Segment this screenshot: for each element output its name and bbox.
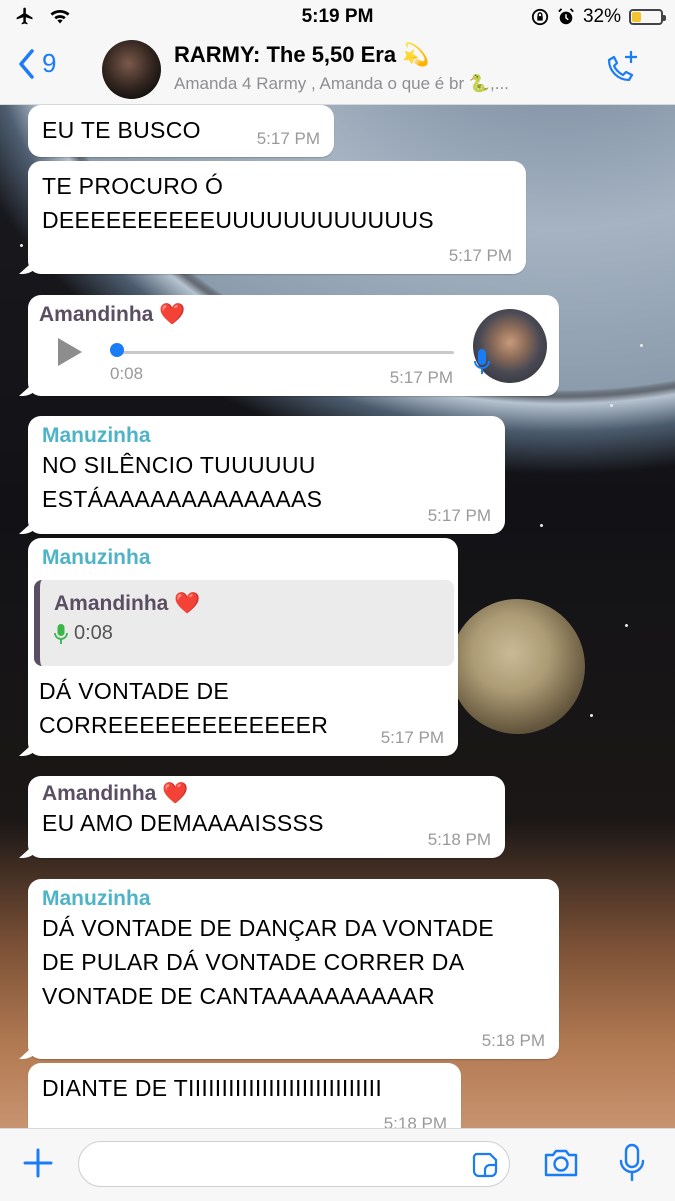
- star-dot: [625, 624, 628, 627]
- moon-image: [450, 599, 585, 734]
- group-avatar[interactable]: [102, 40, 161, 99]
- message-composer: [0, 1128, 675, 1201]
- unread-count: 9: [42, 48, 57, 78]
- plus-icon: [23, 1148, 53, 1178]
- message-time: 5:18 PM: [481, 1031, 545, 1050]
- reply-message-bubble[interactable]: Manuzinha Amandinha ❤️ 0:08 DÁ VONTADE D…: [28, 538, 458, 756]
- message-text: DIANTE DE TIIIIIIIIIIIIIIIIIIIIIIIIIIIII: [42, 1075, 383, 1101]
- sticker-button[interactable]: [471, 1151, 499, 1184]
- star-dot: [610, 404, 613, 407]
- message-text-line: DE PULAR DÁ VONTADE CORRER DA: [42, 949, 465, 975]
- camera-icon: [544, 1149, 578, 1177]
- microphone-icon: [474, 349, 490, 374]
- sender-name: Manuzinha: [42, 887, 151, 910]
- voice-message-bubble[interactable]: Amandinha ❤️ 0:08 5:17 PM: [28, 295, 559, 396]
- audio-progress-track[interactable]: [112, 351, 454, 354]
- rotation-lock-icon: [531, 8, 549, 26]
- play-button[interactable]: [58, 338, 82, 366]
- message-bubble[interactable]: Manuzinha DÁ VONTADE DE DANÇAR DA VONTAD…: [28, 879, 559, 1059]
- message-text-line: DÁ VONTADE DE DANÇAR DA VONTADE: [42, 915, 494, 941]
- star-dot: [20, 244, 23, 247]
- chevron-left-icon: [19, 48, 34, 79]
- message-text-line: ESTÁAAAAAAAAAAAAAS: [42, 486, 323, 512]
- message-bubble[interactable]: Manuzinha NO SILÊNCIO TUUUUUU ESTÁAAAAAA…: [28, 416, 505, 534]
- audio-duration: 0:08: [110, 364, 144, 383]
- sticker-icon: [472, 1152, 498, 1178]
- record-voice-button[interactable]: [618, 1143, 646, 1188]
- message-bubble[interactable]: Amandinha ❤️ EU AMO DEMAAAAISSSS 5:18 PM: [28, 776, 505, 858]
- message-time: 5:17 PM: [389, 368, 453, 387]
- message-text-line: TE PROCURO Ó: [42, 173, 224, 199]
- sender-name: Manuzinha: [42, 424, 151, 447]
- star-dot: [590, 714, 593, 717]
- group-title[interactable]: RARMY: The 5,50 Era 💫: [174, 42, 430, 68]
- back-button[interactable]: 9: [18, 48, 56, 79]
- quoted-message[interactable]: Amandinha ❤️ 0:08: [34, 580, 454, 666]
- quoted-duration: 0:08: [74, 622, 113, 644]
- message-time: 5:17 PM: [256, 129, 320, 148]
- phone-plus-icon: [607, 51, 637, 82]
- camera-button[interactable]: [542, 1147, 580, 1184]
- message-bubble[interactable]: TE PROCURO Ó DEEEEEEEEEEUUUUUUUUUUUUS 5:…: [28, 161, 526, 274]
- sender-name: Amandinha ❤️: [42, 782, 189, 805]
- star-dot: [640, 344, 643, 347]
- microphone-icon: [54, 623, 68, 644]
- sender-name: Manuzinha: [42, 546, 151, 569]
- message-input[interactable]: [78, 1141, 510, 1187]
- status-bar: 5:19 PM 32%: [0, 0, 675, 34]
- message-text-line: CORREEEEEEEEEEEEER: [39, 712, 329, 738]
- message-time: 5:17 PM: [427, 506, 491, 525]
- message-text-line: DEEEEEEEEEEUUUUUUUUUUUUS: [42, 207, 434, 233]
- star-dot: [540, 524, 543, 527]
- group-participants[interactable]: Amanda 4 Rarmy , Amanda o que é br 🐍,...: [174, 74, 584, 94]
- message-time: 5:17 PM: [380, 728, 444, 747]
- microphone-icon: [619, 1143, 645, 1182]
- message-time: 5:17 PM: [448, 246, 512, 265]
- chat-header: 9 RARMY: The 5,50 Era 💫 Amanda 4 Rarmy ,…: [0, 34, 675, 105]
- battery-icon: [629, 9, 666, 25]
- message-bubble[interactable]: EU TE BUSCO 5:17 PM: [28, 105, 334, 157]
- battery-percent: 32%: [582, 6, 621, 27]
- audio-scrubber[interactable]: [110, 343, 124, 357]
- message-time: 5:18 PM: [427, 830, 491, 849]
- message-text-line: NO SILÊNCIO TUUUUUU: [42, 452, 316, 478]
- message-bubble[interactable]: DIANTE DE TIIIIIIIIIIIIIIIIIIIIIIIIIIIII…: [28, 1063, 461, 1133]
- add-call-button[interactable]: [601, 48, 641, 93]
- message-text-line: VONTADE DE CANTAAAAAAAAAAR: [42, 983, 435, 1009]
- quoted-sender: Amandinha ❤️: [54, 592, 201, 615]
- message-text-line: DÁ VONTADE DE: [39, 678, 230, 704]
- alarm-icon: [558, 8, 574, 25]
- message-text: EU AMO DEMAAAAISSSS: [42, 810, 324, 836]
- attach-button[interactable]: [22, 1147, 54, 1184]
